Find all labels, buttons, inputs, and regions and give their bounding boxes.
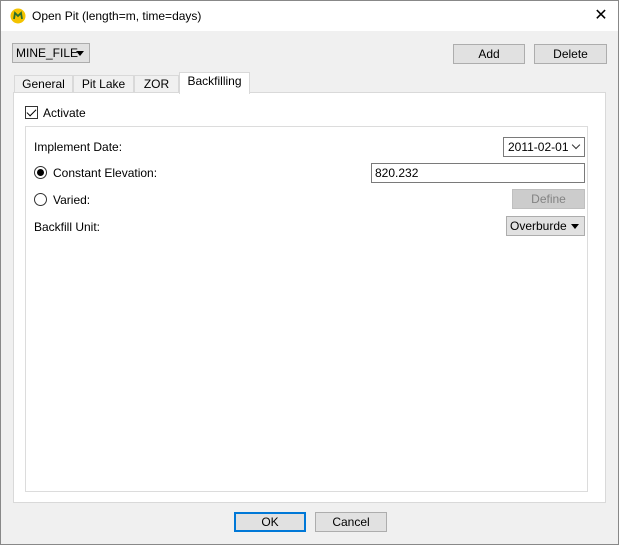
activate-checkbox[interactable] — [25, 106, 38, 119]
check-mark-icon — [26, 106, 37, 117]
delete-button[interactable]: Delete — [534, 44, 607, 64]
activate-label: Activate — [43, 106, 86, 120]
cancel-button[interactable]: Cancel — [315, 512, 387, 532]
close-icon[interactable]: ✕ — [584, 1, 618, 31]
ok-button[interactable]: OK — [234, 512, 306, 532]
title-bar: Open Pit (length=m, time=days) ✕ — [1, 1, 618, 31]
backfilling-panel: Activate Implement Date: 2011-02-01 Cons… — [13, 92, 606, 503]
constant-elevation-radio[interactable] — [34, 166, 47, 179]
file-select[interactable]: MINE_FILE — [12, 43, 90, 63]
implement-date-value: 2011-02-01 — [508, 140, 569, 154]
constant-elevation-label: Constant Elevation: — [53, 166, 158, 180]
implement-date-picker[interactable]: 2011-02-01 — [503, 137, 585, 157]
tab-backfilling[interactable]: Backfilling — [179, 72, 250, 94]
dropdown-arrow-icon — [571, 224, 579, 229]
radio-selected-dot — [37, 169, 44, 176]
varied-label: Varied: — [53, 193, 91, 207]
backfill-unit-label: Backfill Unit: — [34, 220, 101, 234]
implement-date-label: Implement Date: — [34, 140, 123, 154]
varied-radio[interactable] — [34, 193, 47, 206]
define-button[interactable]: Define — [512, 189, 585, 209]
window-title: Open Pit (length=m, time=days) — [32, 9, 202, 23]
backfill-unit-value: Overburde — [510, 219, 567, 233]
add-button[interactable]: Add — [453, 44, 525, 64]
file-select-value: MINE_FILE — [16, 46, 79, 60]
dropdown-arrow-icon — [76, 51, 84, 56]
dialog-window: Open Pit (length=m, time=days) ✕ MINE_FI… — [0, 0, 619, 545]
chevron-down-icon — [571, 140, 581, 150]
backfill-unit-select[interactable]: Overburde — [506, 216, 585, 236]
constant-elevation-input[interactable]: 820.232 — [371, 163, 585, 183]
mine-app-icon — [10, 8, 26, 24]
